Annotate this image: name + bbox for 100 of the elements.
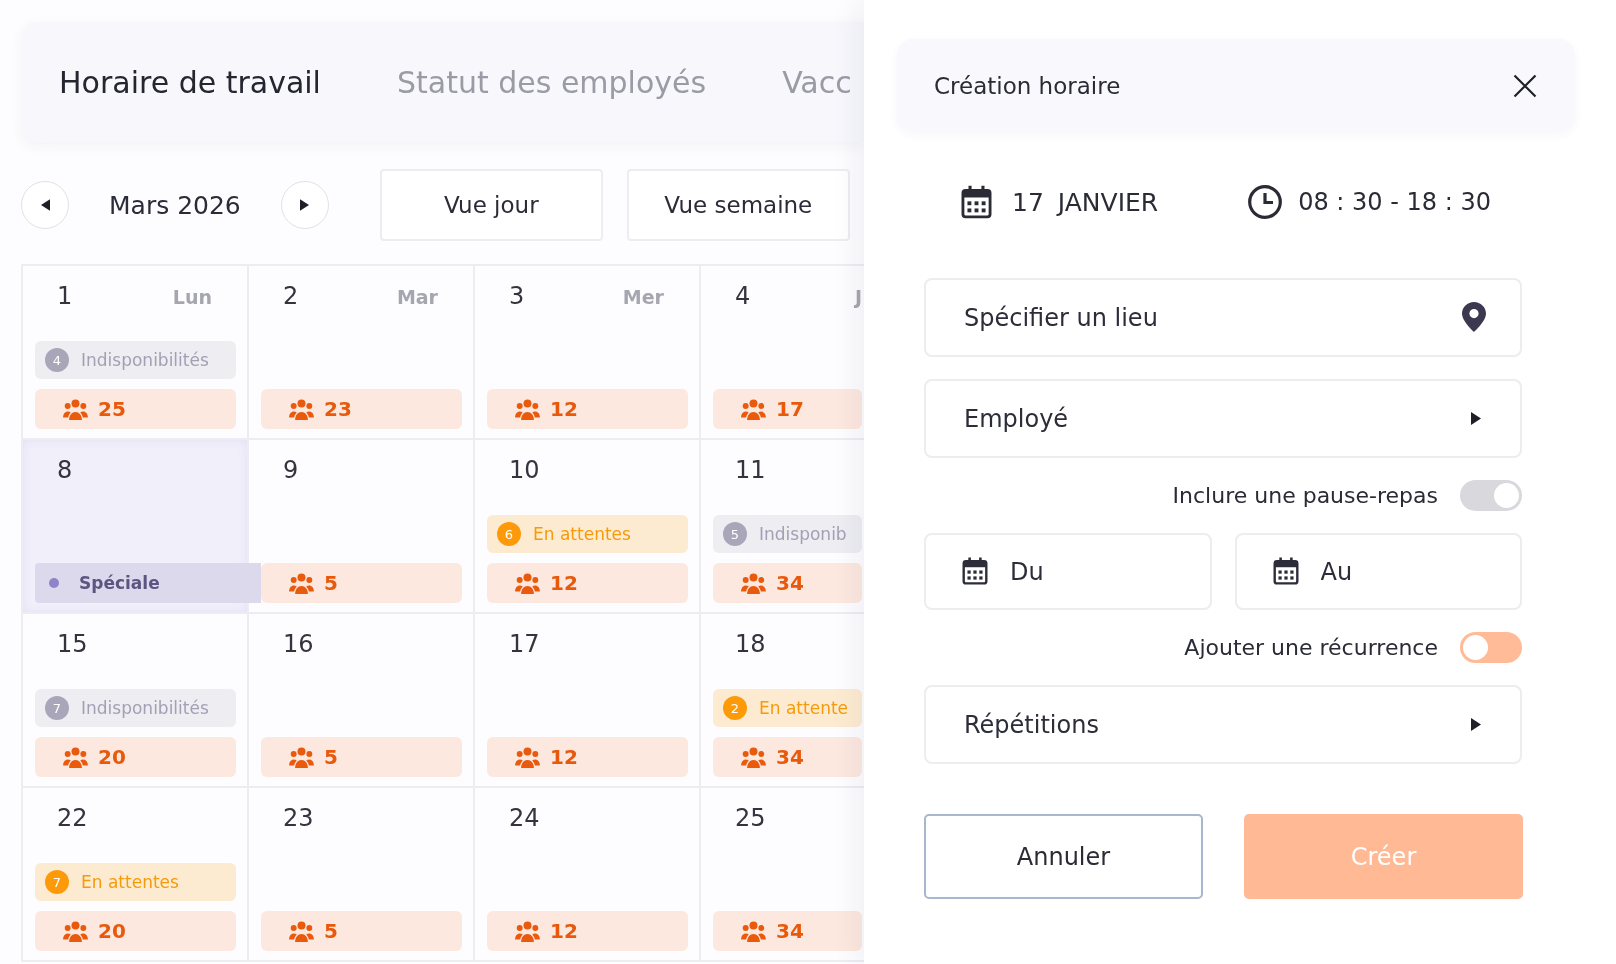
unavailable-label: Indisponibilités <box>81 698 209 718</box>
location-pin-icon <box>1462 302 1486 332</box>
day-cell[interactable]: 25 34 <box>701 788 864 962</box>
people-icon <box>515 398 540 420</box>
count-badge: 7 <box>45 870 69 894</box>
date-month: JANVIER <box>1057 187 1159 217</box>
day-number: 18 <box>735 630 766 658</box>
weekday-label: Mer <box>622 286 664 308</box>
day-cell[interactable]: 9 5 <box>249 440 475 614</box>
unavailable-tag[interactable]: 4 Indisponibilités <box>35 341 236 379</box>
people-icon <box>63 746 88 768</box>
caret-icon <box>1471 718 1481 731</box>
close-button[interactable] <box>1513 73 1537 98</box>
people-icon <box>741 746 766 768</box>
toggle-label: Ajouter une récurrence <box>1184 635 1438 660</box>
people-icon <box>515 572 540 594</box>
day-number: 22 <box>57 804 88 832</box>
staff-count: 12 <box>550 571 578 595</box>
special-event[interactable]: Spéciale <box>35 563 261 603</box>
day-cell[interactable]: 1 Lun 4 Indisponibilités 25 <box>23 266 249 440</box>
day-cell[interactable]: 4 J 17 <box>701 266 864 440</box>
day-number: 17 <box>509 630 540 658</box>
day-number: 9 <box>283 456 299 484</box>
unavailable-label: Indisponibilités <box>81 350 209 370</box>
calendar-icon <box>962 557 988 585</box>
staff-count-tag[interactable]: 5 <box>261 737 462 777</box>
create-button[interactable]: Créer <box>1244 814 1523 899</box>
pending-tag[interactable]: 2 En attente <box>713 689 862 727</box>
view-button[interactable]: Vue jour <box>379 169 603 241</box>
toggle-label: Inclure une pause-repas <box>1172 483 1438 508</box>
pending-label: En attente <box>759 698 849 718</box>
staff-count-tag[interactable]: 20 <box>35 911 236 951</box>
tab[interactable]: Statut des employés <box>396 64 707 100</box>
caret-right-icon <box>300 199 310 211</box>
people-icon <box>741 572 766 594</box>
day-cell[interactable]: 2 Mar 23 <box>249 266 475 440</box>
day-cell[interactable]: 17 12 <box>475 614 701 788</box>
pending-tag[interactable]: 6 En attentes <box>487 515 688 553</box>
people-icon <box>289 398 314 420</box>
month-label: Mars 2026 <box>109 190 241 220</box>
day-number: 16 <box>283 630 314 658</box>
view-button[interactable]: Vue semaine <box>626 169 850 241</box>
day-cell[interactable]: 10 6 En attentes 12 <box>475 440 701 614</box>
staff-count: 12 <box>550 919 578 943</box>
date-day: 17 <box>1012 187 1044 217</box>
day-number: 23 <box>283 804 314 832</box>
day-cell[interactable]: 11 5 Indisponib 34 <box>701 440 864 614</box>
pending-label: En attentes <box>533 524 631 544</box>
staff-count-tag[interactable]: 17 <box>713 389 862 429</box>
staff-count-tag[interactable]: 23 <box>261 389 462 429</box>
calendar-icon <box>961 185 992 219</box>
weekday-label: J <box>854 286 862 308</box>
staff-count-tag[interactable]: 25 <box>35 389 236 429</box>
calendar-icon <box>1272 557 1299 585</box>
day-cell[interactable]: 15 7 Indisponibilités 20 <box>23 614 249 788</box>
tab[interactable]: Horaire de travail <box>59 64 321 100</box>
location-field[interactable]: Spécifier un lieu <box>924 278 1522 357</box>
staff-count-tag[interactable]: 12 <box>487 911 688 951</box>
staff-count: 5 <box>324 571 338 595</box>
people-icon <box>63 920 88 942</box>
staff-count-tag[interactable]: 5 <box>261 911 462 951</box>
date-field[interactable]: Du <box>924 533 1212 610</box>
unavailable-label: Indisponib <box>759 524 847 544</box>
day-number: 24 <box>509 804 540 832</box>
staff-count: 34 <box>776 745 804 769</box>
caret-left-icon <box>40 199 50 211</box>
staff-count-tag[interactable]: 12 <box>487 563 688 603</box>
day-cell[interactable]: 23 5 <box>249 788 475 962</box>
staff-count: 12 <box>550 397 578 421</box>
date-field[interactable]: Au <box>1234 533 1522 610</box>
staff-count: 12 <box>550 745 578 769</box>
people-icon <box>289 746 314 768</box>
tab[interactable]: Vacc <box>782 64 852 100</box>
pending-tag[interactable]: 7 En attentes <box>35 863 236 901</box>
count-badge: 7 <box>45 696 69 720</box>
day-cell[interactable]: 18 2 En attente 34 <box>701 614 864 788</box>
staff-count-tag[interactable]: 12 <box>487 737 688 777</box>
dropdown[interactable]: Employé <box>924 379 1522 458</box>
day-cell[interactable]: 3 Mer 12 <box>475 266 701 440</box>
staff-count-tag[interactable]: 20 <box>35 737 236 777</box>
day-cell[interactable]: 16 5 <box>249 614 475 788</box>
unavailable-tag[interactable]: 7 Indisponibilités <box>35 689 236 727</box>
day-cell[interactable]: 22 7 En attentes 20 <box>23 788 249 962</box>
staff-count-tag[interactable]: 34 <box>713 911 862 951</box>
count-badge: 5 <box>723 522 747 546</box>
staff-count-tag[interactable]: 12 <box>487 389 688 429</box>
staff-count-tag[interactable]: 34 <box>713 563 862 603</box>
staff-count-tag[interactable]: 34 <box>713 737 862 777</box>
people-icon <box>515 920 540 942</box>
toggle-switch[interactable] <box>1460 632 1522 663</box>
event-label: Spéciale <box>79 573 160 593</box>
dropdown[interactable]: Répétitions <box>924 685 1522 764</box>
cancel-button[interactable]: Annuler <box>924 814 1203 899</box>
previous-month-button[interactable] <box>21 181 69 229</box>
day-cell[interactable]: 24 12 <box>475 788 701 962</box>
unavailable-tag[interactable]: 5 Indisponib <box>713 515 862 553</box>
staff-count: 5 <box>324 745 338 769</box>
day-number: 1 <box>57 282 73 310</box>
next-month-button[interactable] <box>280 181 329 229</box>
staff-count-tag[interactable]: 5 <box>261 563 462 603</box>
